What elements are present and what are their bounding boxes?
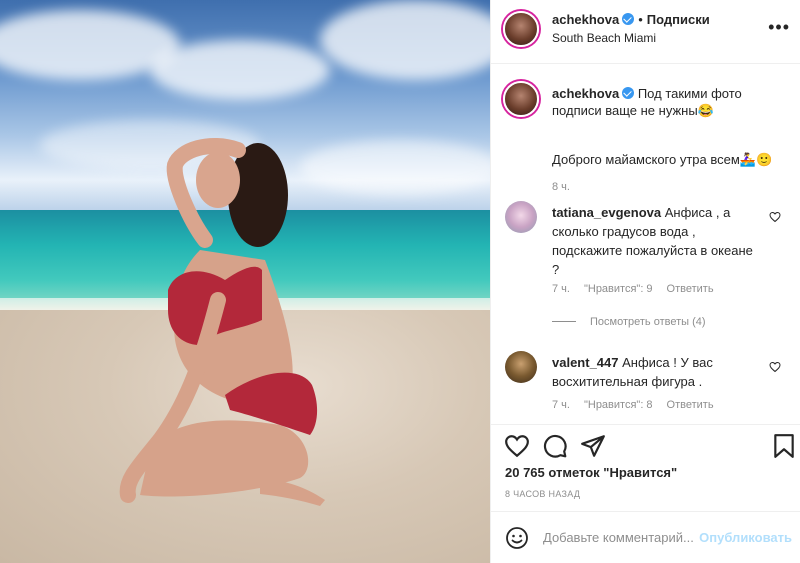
- like-comment-icon[interactable]: [769, 361, 781, 373]
- commenter-avatar[interactable]: [505, 201, 537, 233]
- like-comment-icon[interactable]: [769, 211, 781, 223]
- following-button[interactable]: Подписки: [647, 12, 710, 27]
- likes-count[interactable]: 20 765 отметок "Нравится": [505, 465, 677, 480]
- share-icon[interactable]: [580, 433, 606, 459]
- caption-body-2: Доброго майамского утра всем🚣‍♀️🙂: [552, 152, 773, 167]
- comment-meta: 7 ч. "Нравится": 9 Ответить: [552, 283, 728, 295]
- caption-username[interactable]: achekhova: [552, 86, 619, 101]
- emoji-icon[interactable]: [505, 526, 529, 550]
- reply-button[interactable]: Ответить: [667, 283, 714, 295]
- caption-avatar[interactable]: [503, 81, 539, 117]
- verified-icon: [622, 13, 635, 25]
- view-replies[interactable]: Посмотреть ответы (4): [552, 316, 706, 328]
- view-replies-label[interactable]: Посмотреть ответы (4): [590, 316, 706, 328]
- more-icon[interactable]: •••: [768, 18, 790, 36]
- comments-section[interactable]: achekhova Под такими фото подписи ваще н…: [491, 65, 800, 425]
- heart-icon[interactable]: [504, 433, 530, 459]
- comment-text: tatiana_evgenova Анфиса , а сколько град…: [552, 203, 762, 279]
- comment-icon[interactable]: [542, 433, 568, 459]
- verified-icon: [622, 87, 635, 99]
- post-header: achekhova • Подписки South Beach Miami •••: [491, 0, 800, 64]
- caption-text: achekhova Под такими фото подписи ваще н…: [552, 85, 788, 119]
- comment-likes[interactable]: "Нравится": 8: [584, 399, 653, 411]
- author-username[interactable]: achekhova: [552, 12, 619, 27]
- action-bar: [491, 425, 800, 467]
- comment-likes[interactable]: "Нравится": 9: [584, 283, 653, 295]
- commenter-avatar[interactable]: [505, 351, 537, 383]
- comment-input[interactable]: Добавьте комментарий...: [543, 530, 694, 545]
- header-line: achekhova • Подписки: [552, 12, 710, 27]
- comment-text: valent_447 Анфиса ! У вас восхитительная…: [552, 353, 762, 391]
- author-avatar[interactable]: [503, 11, 539, 47]
- commenter-username[interactable]: tatiana_evgenova: [552, 205, 661, 220]
- location-link[interactable]: South Beach Miami: [552, 31, 656, 45]
- commenter-username[interactable]: valent_447: [552, 355, 619, 370]
- comment-meta: 7 ч. "Нравится": 8 Ответить: [552, 399, 728, 411]
- reply-button[interactable]: Ответить: [667, 399, 714, 411]
- publish-button[interactable]: Опубликовать: [699, 530, 792, 545]
- post-time[interactable]: 8 ЧАСОВ НАЗАД: [505, 489, 580, 499]
- separator-dot: •: [638, 12, 643, 27]
- replies-line: [552, 321, 576, 322]
- add-comment-bar: Добавьте комментарий... Опубликовать: [491, 512, 800, 563]
- bookmark-icon[interactable]: [771, 433, 797, 459]
- caption-time[interactable]: 8 ч.: [552, 181, 570, 193]
- post-photo[interactable]: [0, 0, 490, 563]
- woman-figure: [119, 138, 325, 506]
- comment-time[interactable]: 7 ч.: [552, 283, 570, 295]
- comment-time[interactable]: 7 ч.: [552, 399, 570, 411]
